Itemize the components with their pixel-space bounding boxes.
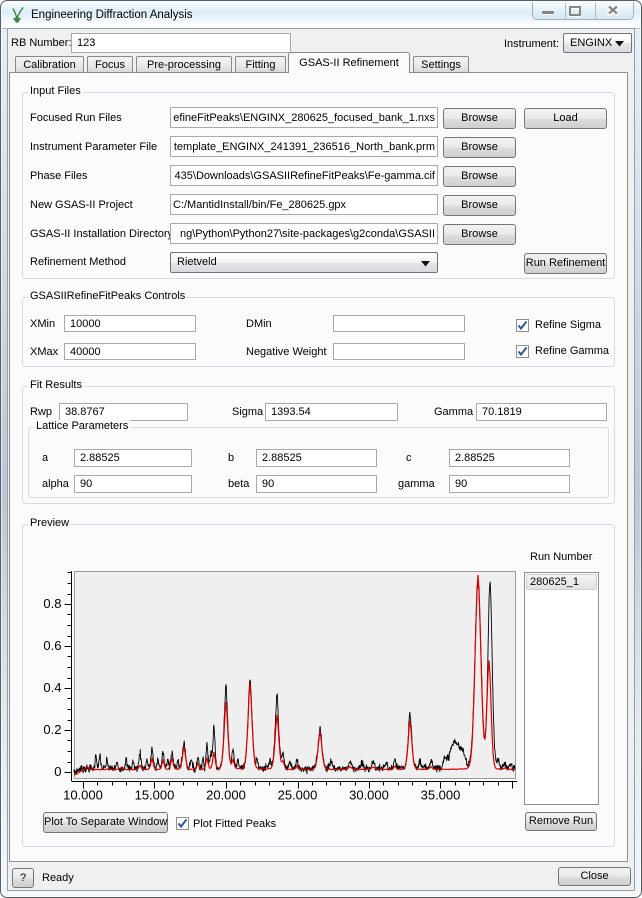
svg-text:20.000: 20.000: [206, 788, 246, 803]
svg-text:0.6: 0.6: [43, 638, 61, 653]
svg-text:0: 0: [54, 764, 61, 779]
svg-text:15.000: 15.000: [135, 788, 175, 803]
svg-text:25.000: 25.000: [278, 788, 318, 803]
svg-text:0.4: 0.4: [43, 680, 61, 695]
svg-text:35.000: 35.000: [421, 788, 461, 803]
svg-text:30.000: 30.000: [349, 788, 389, 803]
svg-text:10.000: 10.000: [63, 788, 103, 803]
svg-text:0.8: 0.8: [43, 596, 61, 611]
svg-text:0.2: 0.2: [43, 722, 61, 737]
